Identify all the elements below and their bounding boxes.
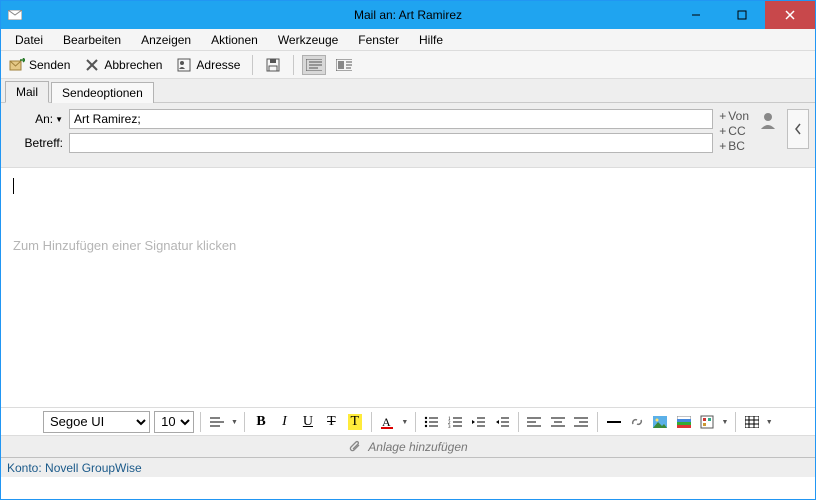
menu-anzeigen[interactable]: Anzeigen: [131, 31, 201, 49]
add-von-button[interactable]: +Von: [719, 109, 749, 124]
separator: [518, 412, 519, 432]
send-button[interactable]: Senden: [5, 55, 74, 75]
app-icon: [7, 7, 23, 23]
attachment-bar[interactable]: Anlage hinzufügen: [1, 435, 815, 457]
bullet-list-button[interactable]: [422, 412, 441, 432]
address-icon: [176, 57, 192, 73]
highlight-button[interactable]: T: [345, 412, 364, 432]
separator: [371, 412, 372, 432]
person-icon: [759, 111, 777, 129]
close-button[interactable]: [765, 1, 815, 29]
save-button[interactable]: [261, 55, 285, 75]
hr-button[interactable]: [604, 412, 623, 432]
font-color-dropdown[interactable]: ▼: [401, 412, 409, 432]
paragraph-dropdown[interactable]: ▼: [231, 412, 239, 432]
menu-hilfe[interactable]: Hilfe: [409, 31, 453, 49]
chevron-left-icon: [794, 123, 802, 135]
view-plain-button[interactable]: [332, 55, 356, 75]
tab-sendoptions[interactable]: Sendeoptionen: [51, 82, 154, 103]
toolbar-separator: [252, 55, 253, 75]
menu-aktionen[interactable]: Aktionen: [201, 31, 268, 49]
symbol-button[interactable]: [698, 412, 717, 432]
italic-button[interactable]: I: [275, 412, 294, 432]
bgcolor-button[interactable]: [674, 412, 693, 432]
separator: [415, 412, 416, 432]
strike-button[interactable]: T: [322, 412, 341, 432]
plus-icon: +: [719, 109, 726, 124]
align-left-button[interactable]: [525, 412, 544, 432]
message-body[interactable]: Zum Hinzufügen einer Signatur klicken: [1, 167, 815, 407]
tabbar: Mail Sendeoptionen: [1, 79, 815, 103]
send-label: Senden: [29, 58, 70, 72]
table-button[interactable]: [742, 412, 761, 432]
font-select[interactable]: Segoe UI: [43, 411, 150, 433]
subject-label: Betreff:: [7, 136, 69, 150]
menu-fenster[interactable]: Fenster: [348, 31, 409, 49]
table-dropdown[interactable]: ▼: [765, 412, 773, 432]
add-bc-button[interactable]: +BC: [719, 139, 749, 154]
separator: [200, 412, 201, 432]
menubar: Datei Bearbeiten Anzeigen Aktionen Werkz…: [1, 29, 815, 51]
paperclip-icon: [348, 440, 362, 454]
menu-datei[interactable]: Datei: [5, 31, 53, 49]
symbol-dropdown[interactable]: ▼: [721, 412, 729, 432]
format-toolbar: Segoe UI 10 ▼ B I U T T A ▼ 123 ▼ ▼: [1, 407, 815, 435]
to-field[interactable]: [69, 109, 713, 129]
subject-field[interactable]: [69, 133, 713, 153]
chevron-down-icon[interactable]: ▼: [55, 115, 63, 124]
menu-bearbeiten[interactable]: Bearbeiten: [53, 31, 131, 49]
view-plain-icon: [336, 57, 352, 73]
plus-icon: +: [719, 139, 726, 154]
save-icon: [265, 57, 281, 73]
plus-icon: +: [719, 124, 726, 139]
add-cc-button[interactable]: +CC: [719, 124, 749, 139]
titlebar: Mail an: Art Ramirez: [1, 1, 815, 29]
separator: [735, 412, 736, 432]
number-list-button[interactable]: 123: [445, 412, 464, 432]
separator: [597, 412, 598, 432]
align-right-button[interactable]: [571, 412, 590, 432]
cancel-label: Abbrechen: [104, 58, 162, 72]
toolbar-separator: [293, 55, 294, 75]
to-label: An:▼: [7, 112, 69, 126]
link-button[interactable]: [627, 412, 646, 432]
size-select[interactable]: 10: [154, 411, 194, 433]
collapse-header-button[interactable]: [787, 109, 809, 149]
bold-button[interactable]: B: [251, 412, 270, 432]
cancel-icon: [84, 57, 100, 73]
view-html-button[interactable]: [302, 55, 326, 75]
send-icon: [9, 57, 25, 73]
maximize-button[interactable]: [719, 1, 765, 29]
toolbar: Senden Abbrechen Adresse: [1, 51, 815, 79]
contact-picker-button[interactable]: [757, 109, 779, 131]
window-title: Mail an: Art Ramirez: [354, 8, 462, 22]
image-button[interactable]: [651, 412, 670, 432]
attach-label: Anlage hinzufügen: [368, 440, 467, 454]
separator: [244, 412, 245, 432]
header-fields: An:▼ Betreff: +Von +CC +BC: [1, 103, 815, 167]
svg-text:A: A: [382, 415, 391, 429]
view-html-icon: [306, 57, 322, 73]
tab-mail[interactable]: Mail: [5, 81, 49, 103]
align-center-button[interactable]: [548, 412, 567, 432]
paragraph-style-button[interactable]: [207, 412, 226, 432]
text-cursor: [13, 178, 803, 194]
font-color-button[interactable]: A: [378, 412, 397, 432]
address-button[interactable]: Adresse: [172, 55, 244, 75]
statusbar: Konto: Novell GroupWise: [1, 457, 815, 477]
signature-placeholder[interactable]: Zum Hinzufügen einer Signatur klicken: [13, 238, 803, 253]
menu-werkzeuge[interactable]: Werkzeuge: [268, 31, 348, 49]
svg-text:3: 3: [448, 425, 451, 428]
account-label: Konto: Novell GroupWise: [7, 461, 142, 475]
address-label: Adresse: [196, 58, 240, 72]
underline-button[interactable]: U: [298, 412, 317, 432]
outdent-button[interactable]: [469, 412, 488, 432]
indent-button[interactable]: [492, 412, 511, 432]
minimize-button[interactable]: [673, 1, 719, 29]
cancel-button[interactable]: Abbrechen: [80, 55, 166, 75]
